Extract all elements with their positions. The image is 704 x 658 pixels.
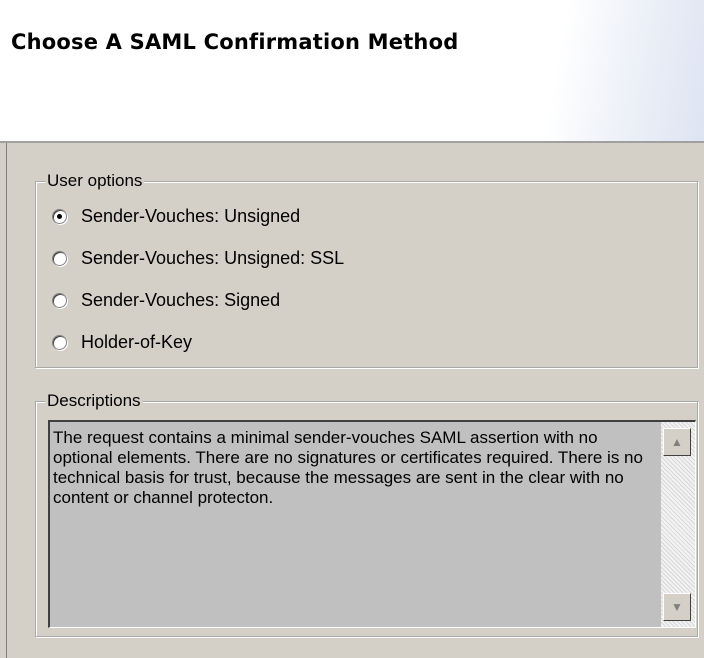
radio-option-sender-vouches-signed[interactable]: Sender-Vouches: Signed [52,288,280,312]
scroll-down-arrow-icon: ▼ [671,600,683,614]
radio-option-holder-of-key[interactable]: Holder-of-Key [52,330,192,354]
radio-button[interactable] [52,334,67,350]
radio-button[interactable] [52,250,67,266]
vertical-scrollbar[interactable]: ▲ ▼ [661,422,695,627]
radio-label: Sender-Vouches: Signed [81,289,281,310]
radio-option-sender-vouches-unsigned[interactable]: Sender-Vouches: Unsigned [52,204,300,228]
scroll-up-button[interactable]: ▲ [663,428,691,456]
radio-label: Sender-Vouches: Unsigned: SSL [81,247,345,268]
user-options-group: User options Sender-Vouches: Unsigned Se… [35,171,698,368]
radio-button[interactable] [52,292,67,308]
description-text-area[interactable]: The request contains a minimal sender-vo… [48,420,696,628]
radio-button-selected[interactable] [52,208,67,224]
wizard-header: Choose A SAML Confirmation Method [0,0,704,143]
descriptions-legend: Descriptions [45,391,143,411]
radio-label: Holder-of-Key [81,331,193,352]
page-title: Choose A SAML Confirmation Method [11,30,459,54]
radio-option-sender-vouches-unsigned-ssl[interactable]: Sender-Vouches: Unsigned: SSL [52,246,344,270]
description-text: The request contains a minimal sender-vo… [53,428,643,507]
radio-label: Sender-Vouches: Unsigned [81,205,301,226]
scroll-up-arrow-icon: ▲ [671,435,683,449]
user-options-legend: User options [45,171,145,191]
scroll-down-button[interactable]: ▼ [663,593,691,621]
